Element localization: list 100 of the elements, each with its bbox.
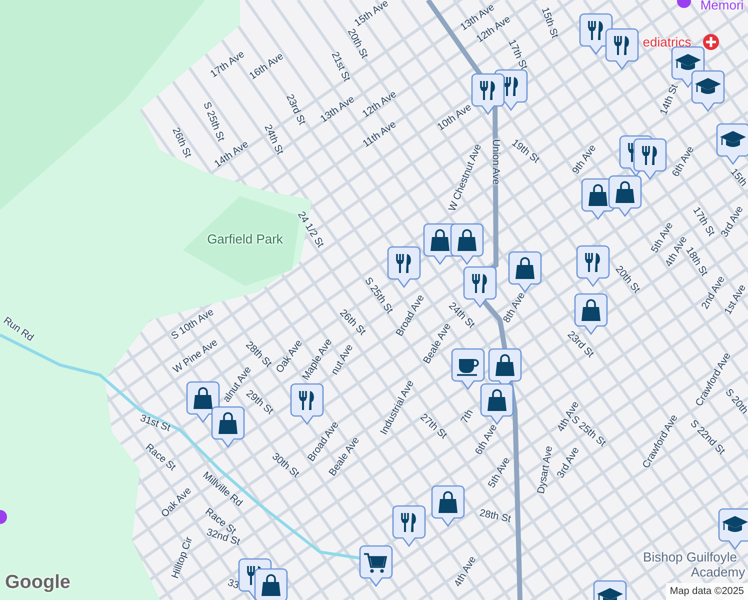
- restaurant-marker[interactable]: [387, 246, 421, 288]
- shopping-bag-icon: [488, 389, 506, 411]
- street-label: 27th St: [418, 412, 448, 442]
- street-label: 10th Ave: [436, 102, 474, 134]
- street-label: 3rd Ave: [556, 446, 582, 480]
- street-label: 17th Ave: [209, 50, 247, 80]
- shopping-cart-icon: [364, 553, 388, 573]
- street-label: 12th Ave: [361, 90, 399, 120]
- shopping-bag-icon: [194, 387, 212, 409]
- street-label: 15th Ave: [353, 0, 391, 30]
- street-label: 24 1/2 St: [295, 210, 325, 250]
- street-label: 23rd St: [284, 93, 306, 127]
- street-label: nut Ave: [330, 343, 356, 377]
- street-label: 15th St: [538, 6, 560, 40]
- map-logo: Google: [5, 570, 70, 594]
- fork-knife-icon: [472, 273, 487, 293]
- street-label: 16th Ave: [248, 52, 286, 82]
- shopping-marker[interactable]: [431, 485, 465, 527]
- street-label: 31st St: [138, 414, 172, 434]
- coffee-marker[interactable]: [451, 348, 485, 390]
- shopping-marker[interactable]: [450, 223, 484, 265]
- graduation-cap-icon: [720, 131, 746, 147]
- street-label: 26th St: [337, 308, 367, 338]
- shopping-bag-icon: [616, 181, 634, 203]
- school-marker[interactable]: [718, 508, 748, 550]
- restaurant-marker[interactable]: [471, 73, 505, 115]
- street-label: 6th Ave: [671, 145, 697, 179]
- shopping-marker[interactable]: [508, 251, 542, 293]
- shopping-marker[interactable]: [211, 406, 245, 448]
- shopping-bag-icon: [262, 574, 280, 596]
- graduation-cap-icon: [597, 588, 623, 600]
- street-label: 9th Ave: [571, 144, 599, 176]
- street-label: 1st Ave: [724, 283, 748, 317]
- restaurant-marker[interactable]: [633, 138, 667, 180]
- street-label: 5th Ave: [487, 456, 513, 490]
- street-label: 7th: [460, 408, 476, 426]
- street-label: W Pine Ave: [172, 338, 220, 376]
- shopping-bag-icon: [496, 354, 514, 376]
- school-marker[interactable]: [716, 123, 748, 165]
- park-label: Garfield Park: [207, 232, 283, 246]
- shopping-bag-icon: [430, 229, 450, 251]
- shopping-marker[interactable]: [254, 568, 288, 600]
- street-label: 4th Ave: [453, 555, 479, 589]
- street-label: Hilltop Cir: [170, 536, 196, 580]
- shopping-marker[interactable]: [480, 383, 514, 425]
- restaurant-marker[interactable]: [463, 266, 497, 308]
- street-label: Dysart Ave: [536, 445, 556, 495]
- fork-knife-icon: [585, 252, 600, 272]
- street-label: Oak Ave: [275, 338, 305, 376]
- fork-knife-icon: [299, 390, 314, 410]
- fork-knife-icon: [503, 76, 518, 96]
- grocery-marker[interactable]: [359, 545, 393, 587]
- school-label: Bishop Guilfoyle: [643, 550, 737, 564]
- street-label: Run Rd: [1, 316, 35, 344]
- street-label: 3rd Ave: [720, 204, 746, 240]
- fork-knife-icon: [396, 253, 411, 273]
- coffee-cup-icon: [457, 359, 479, 376]
- fork-knife-icon: [642, 145, 657, 165]
- restaurant-marker[interactable]: [576, 245, 610, 287]
- fork-knife-icon: [588, 20, 603, 40]
- fork-knife-icon: [401, 512, 416, 532]
- graduation-cap-icon: [722, 516, 748, 532]
- landmark-label: Memori: [700, 0, 744, 12]
- street-label: 6th Ave: [474, 423, 500, 457]
- street-label: Union Ave: [490, 139, 500, 185]
- restaurant-marker[interactable]: [605, 28, 639, 70]
- hospital-icon: [703, 34, 719, 50]
- shopping-bag-icon: [516, 257, 534, 279]
- shopping-bag-icon: [218, 412, 238, 434]
- shopping-bag-icon: [588, 184, 608, 206]
- school-marker[interactable]: [691, 70, 725, 112]
- shopping-bag-icon: [438, 491, 458, 513]
- graduation-cap-icon: [675, 54, 701, 70]
- graduation-cap-icon: [695, 78, 721, 94]
- street-label: 14th St: [659, 83, 681, 117]
- street-label: 28th St: [478, 508, 512, 526]
- shopping-bag-icon: [582, 299, 600, 321]
- restaurant-marker[interactable]: [392, 505, 426, 547]
- street-label: 17th St: [506, 38, 528, 72]
- street-label: 8th Ave: [502, 291, 528, 325]
- map-attribution: Map data ©2025: [666, 583, 748, 600]
- street-label: 13th Ave: [319, 94, 357, 126]
- hospital-label: ediatrics: [642, 36, 692, 48]
- shopping-marker[interactable]: [608, 175, 642, 217]
- street-label: S 25th St: [200, 101, 226, 143]
- fork-knife-icon: [480, 80, 495, 100]
- street-label: 29th St: [244, 388, 274, 418]
- landmark-icon: [677, 0, 691, 8]
- street-label: Oak Ave: [160, 486, 194, 520]
- fork-knife-icon: [614, 35, 629, 55]
- landmark-icon: [0, 510, 7, 524]
- restaurant-marker[interactable]: [290, 383, 324, 425]
- street-label: 11th Ave: [362, 120, 398, 150]
- school-label: Academy: [690, 566, 746, 578]
- street-label: 19th St: [509, 138, 541, 166]
- street-label: 24th St: [262, 124, 284, 156]
- shopping-bag-icon: [458, 229, 476, 251]
- street-label: 26th St: [170, 126, 192, 160]
- street-label: 33: [226, 578, 240, 592]
- street-label: 30th St: [270, 452, 300, 480]
